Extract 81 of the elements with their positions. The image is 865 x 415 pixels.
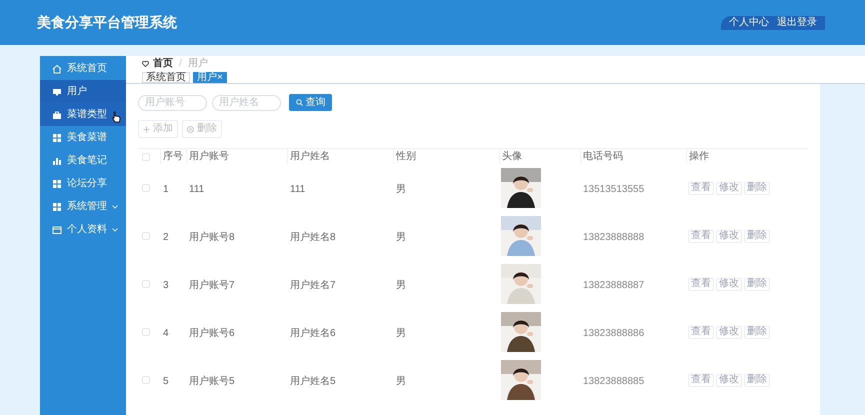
table-cell: 111	[189, 184, 204, 195]
table-cell: 2	[163, 232, 169, 243]
table-cell: 用户姓名5	[290, 376, 336, 387]
table-cell: 5	[163, 376, 169, 387]
header-link[interactable]: 个人中心	[729, 18, 769, 28]
search-icon	[296, 99, 302, 106]
cancel-circle-icon	[187, 126, 194, 132]
checkbox[interactable]	[142, 152, 150, 160]
edit-button[interactable]: 修改	[716, 230, 742, 242]
header-link[interactable]: 退出登录	[777, 18, 817, 28]
table-cell: 男	[396, 232, 406, 243]
table-cell: 用户账号7	[189, 280, 235, 291]
table-cell: 13823888885	[583, 376, 644, 387]
add-button[interactable]: 添加	[138, 120, 178, 138]
table-cell: 13823888887	[583, 280, 644, 291]
table-cell: 4	[163, 328, 169, 339]
table-cell: 3	[163, 280, 169, 291]
hand-cursor-icon	[112, 111, 121, 123]
column-header: 头像	[502, 152, 522, 162]
app-title: 美食分享平台管理系统	[37, 13, 177, 32]
table-cell: 男	[396, 280, 406, 291]
search-field[interactable]: 用户姓名	[212, 94, 281, 110]
view-button[interactable]: 查看	[688, 374, 714, 386]
table-cell: 111	[290, 184, 306, 195]
table-cell: 男	[396, 184, 406, 195]
delete-button[interactable]: 删除	[744, 182, 770, 194]
bag-icon	[52, 110, 62, 120]
grid-icon	[52, 132, 62, 142]
delete-button[interactable]: 删除	[744, 230, 770, 242]
table-cell: 男	[396, 328, 406, 339]
tab[interactable]: 系统首页	[142, 72, 190, 83]
view-button[interactable]: 查看	[688, 230, 714, 242]
tab[interactable]: 用户×	[193, 72, 227, 83]
table-cell: 用户姓名7	[290, 280, 336, 291]
column-header: 用户账号	[189, 152, 229, 162]
table-cell: 用户姓名8	[290, 232, 336, 243]
delete-button[interactable]: 删除	[744, 278, 770, 290]
edit-button[interactable]: 修改	[716, 278, 742, 290]
view-button[interactable]: 查看	[688, 326, 714, 338]
grid-icon	[52, 178, 62, 188]
edit-button[interactable]: 修改	[716, 374, 742, 386]
card-icon	[52, 224, 62, 234]
sidebar-item[interactable]: 用户	[40, 80, 126, 103]
checkbox[interactable]	[142, 280, 150, 288]
checkbox[interactable]	[142, 232, 150, 240]
checkbox[interactable]	[142, 376, 150, 384]
grid-icon	[52, 202, 62, 212]
search-button[interactable]: 查询	[289, 94, 332, 111]
delete-button[interactable]: 删除	[744, 374, 770, 386]
home-icon	[52, 64, 62, 74]
breadcrumb-current: 用户	[188, 59, 208, 69]
column-header: 操作	[689, 152, 709, 162]
view-button[interactable]: 查看	[688, 182, 714, 194]
edit-button[interactable]: 修改	[716, 182, 742, 194]
delete-button[interactable]: 删除	[744, 326, 770, 338]
sidebar-item[interactable]: 菜谱类型	[40, 103, 126, 126]
table-cell: 用户账号8	[189, 232, 235, 243]
table-cell: 用户账号5	[189, 376, 235, 387]
view-button[interactable]: 查看	[688, 278, 714, 290]
table-cell: 13513513555	[583, 184, 644, 195]
breadcrumb-link[interactable]: 首页	[153, 59, 173, 69]
monitor-icon	[52, 86, 62, 96]
heart-icon	[142, 61, 149, 67]
checkbox[interactable]	[142, 328, 150, 336]
table-cell: 用户姓名6	[290, 328, 336, 339]
search-field[interactable]: 用户账号	[138, 94, 207, 110]
column-header: 用户姓名	[290, 152, 330, 162]
breadcrumb-separator: /	[179, 59, 182, 69]
column-header: 电话号码	[583, 152, 623, 162]
table-cell: 用户账号6	[189, 328, 235, 339]
checkbox[interactable]	[142, 184, 150, 192]
plus-icon	[143, 126, 150, 132]
delete-button[interactable]: 删除	[182, 120, 222, 138]
column-header: 性别	[396, 152, 416, 162]
column-header: 序号	[163, 152, 183, 162]
table-cell: 13823888886	[583, 328, 644, 339]
table-cell: 13823888888	[583, 232, 644, 243]
bar-chart-icon	[52, 156, 62, 166]
table-cell: 1	[163, 184, 169, 195]
table-cell: 男	[396, 376, 406, 387]
edit-button[interactable]: 修改	[716, 326, 742, 338]
